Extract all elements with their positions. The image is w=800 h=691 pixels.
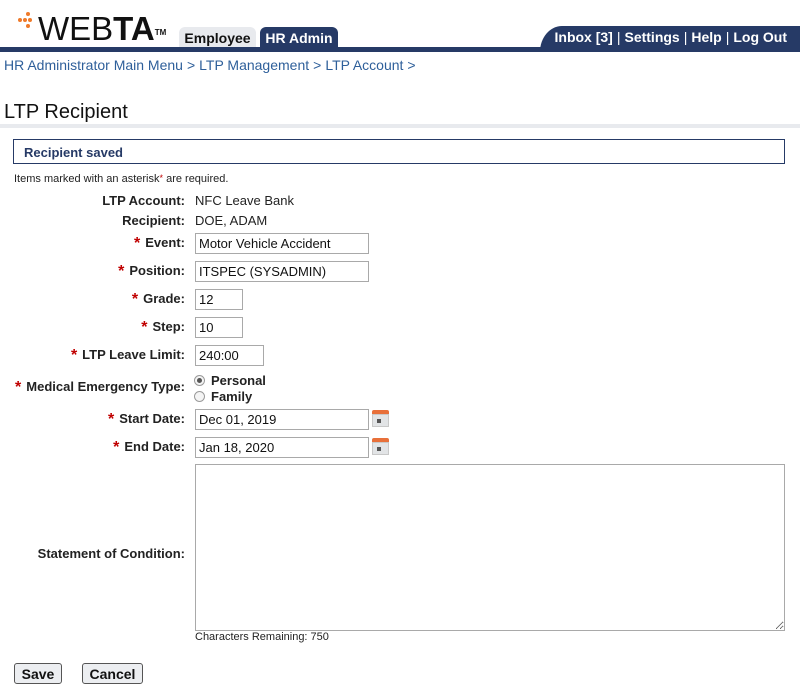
event-label: * Event: (134, 235, 185, 252)
separator: | (616, 29, 621, 45)
end-date-input[interactable] (195, 437, 369, 458)
separator: | (725, 29, 730, 45)
utility-bar: Inbox [3] | Settings | Help | Log Out (540, 26, 800, 52)
breadcrumb-hr-admin-main-menu[interactable]: HR Administrator Main Menu (4, 57, 183, 73)
status-message: Recipient saved (24, 145, 123, 160)
radio-personal[interactable]: Personal (194, 373, 266, 388)
status-message-box: Recipient saved (13, 139, 785, 164)
title-divider (0, 124, 800, 128)
help-link[interactable]: Help (691, 29, 721, 45)
calendar-icon[interactable] (372, 438, 389, 455)
start-date-label: * Start Date: (108, 411, 185, 428)
recipient-value: DOE, ADAM (195, 213, 268, 228)
event-input[interactable] (195, 233, 369, 254)
recipient-label: Recipient: (122, 213, 185, 228)
inbox-link[interactable]: Inbox [3] (555, 29, 613, 45)
required-asterisk: * (131, 291, 139, 308)
logo-text: WEBTATM (38, 10, 167, 47)
required-asterisk: * (113, 439, 120, 456)
radio-button-checked[interactable] (194, 375, 205, 386)
breadcrumb-separator: > (407, 57, 416, 73)
grade-label: * Grade: (131, 291, 185, 308)
top-bar: WEBTATM Employee HR Admin Inbox [3] | Sett… (0, 0, 800, 52)
ltp-leave-limit-input[interactable] (195, 345, 264, 366)
statement-of-condition-label: Statement of Condition: (37, 546, 185, 561)
radio-family[interactable]: Family (194, 389, 252, 404)
radio-family-label: Family (211, 389, 253, 404)
required-asterisk: * (70, 347, 78, 364)
step-label: * Step: (141, 319, 185, 336)
required-note: Items marked with an asterisk* are requi… (14, 173, 229, 185)
separator: | (683, 29, 688, 45)
characters-remaining: Characters Remaining: 750 (195, 631, 329, 643)
save-button[interactable]: Save (14, 663, 62, 684)
tab-hr-admin[interactable]: HR Admin (260, 27, 338, 48)
breadcrumb-separator: > (313, 57, 322, 73)
tab-employee[interactable]: Employee (179, 27, 256, 48)
cancel-button[interactable]: Cancel (82, 663, 143, 684)
end-date-label: * End Date: (113, 439, 185, 456)
medical-emergency-type-label: * Medical Emergency Type: (15, 379, 185, 396)
grade-input[interactable] (195, 289, 243, 310)
required-asterisk: * (141, 319, 148, 336)
webta-logo[interactable]: WEBTATM (18, 12, 166, 46)
ltp-account-value: NFC Leave Bank (195, 193, 294, 208)
required-asterisk: * (118, 263, 125, 280)
required-asterisk: * (15, 379, 22, 396)
step-input[interactable] (195, 317, 243, 338)
breadcrumb-ltp-management[interactable]: LTP Management (199, 57, 309, 73)
ltp-leave-limit-label: * LTP Leave Limit: (70, 347, 185, 364)
page-title: LTP Recipient (4, 101, 128, 123)
settings-link[interactable]: Settings (624, 29, 679, 45)
radio-button-unchecked[interactable] (194, 391, 205, 402)
breadcrumb: HR Administrator Main Menu > LTP Managemen… (4, 57, 420, 73)
ltp-account-label: LTP Account: (102, 193, 185, 208)
radio-personal-label: Personal (211, 373, 266, 388)
breadcrumb-ltp-account[interactable]: LTP Account (325, 57, 403, 73)
calendar-icon[interactable] (372, 410, 389, 427)
statement-of-condition-textarea[interactable] (195, 464, 785, 631)
required-asterisk: * (108, 411, 115, 428)
position-input[interactable] (195, 261, 369, 282)
position-label: * Position: (118, 263, 185, 280)
breadcrumb-separator: > (186, 57, 196, 73)
required-asterisk: * (134, 235, 141, 252)
logo-dots-icon (18, 12, 38, 36)
logout-link[interactable]: Log Out (733, 29, 787, 45)
start-date-input[interactable] (195, 409, 369, 430)
